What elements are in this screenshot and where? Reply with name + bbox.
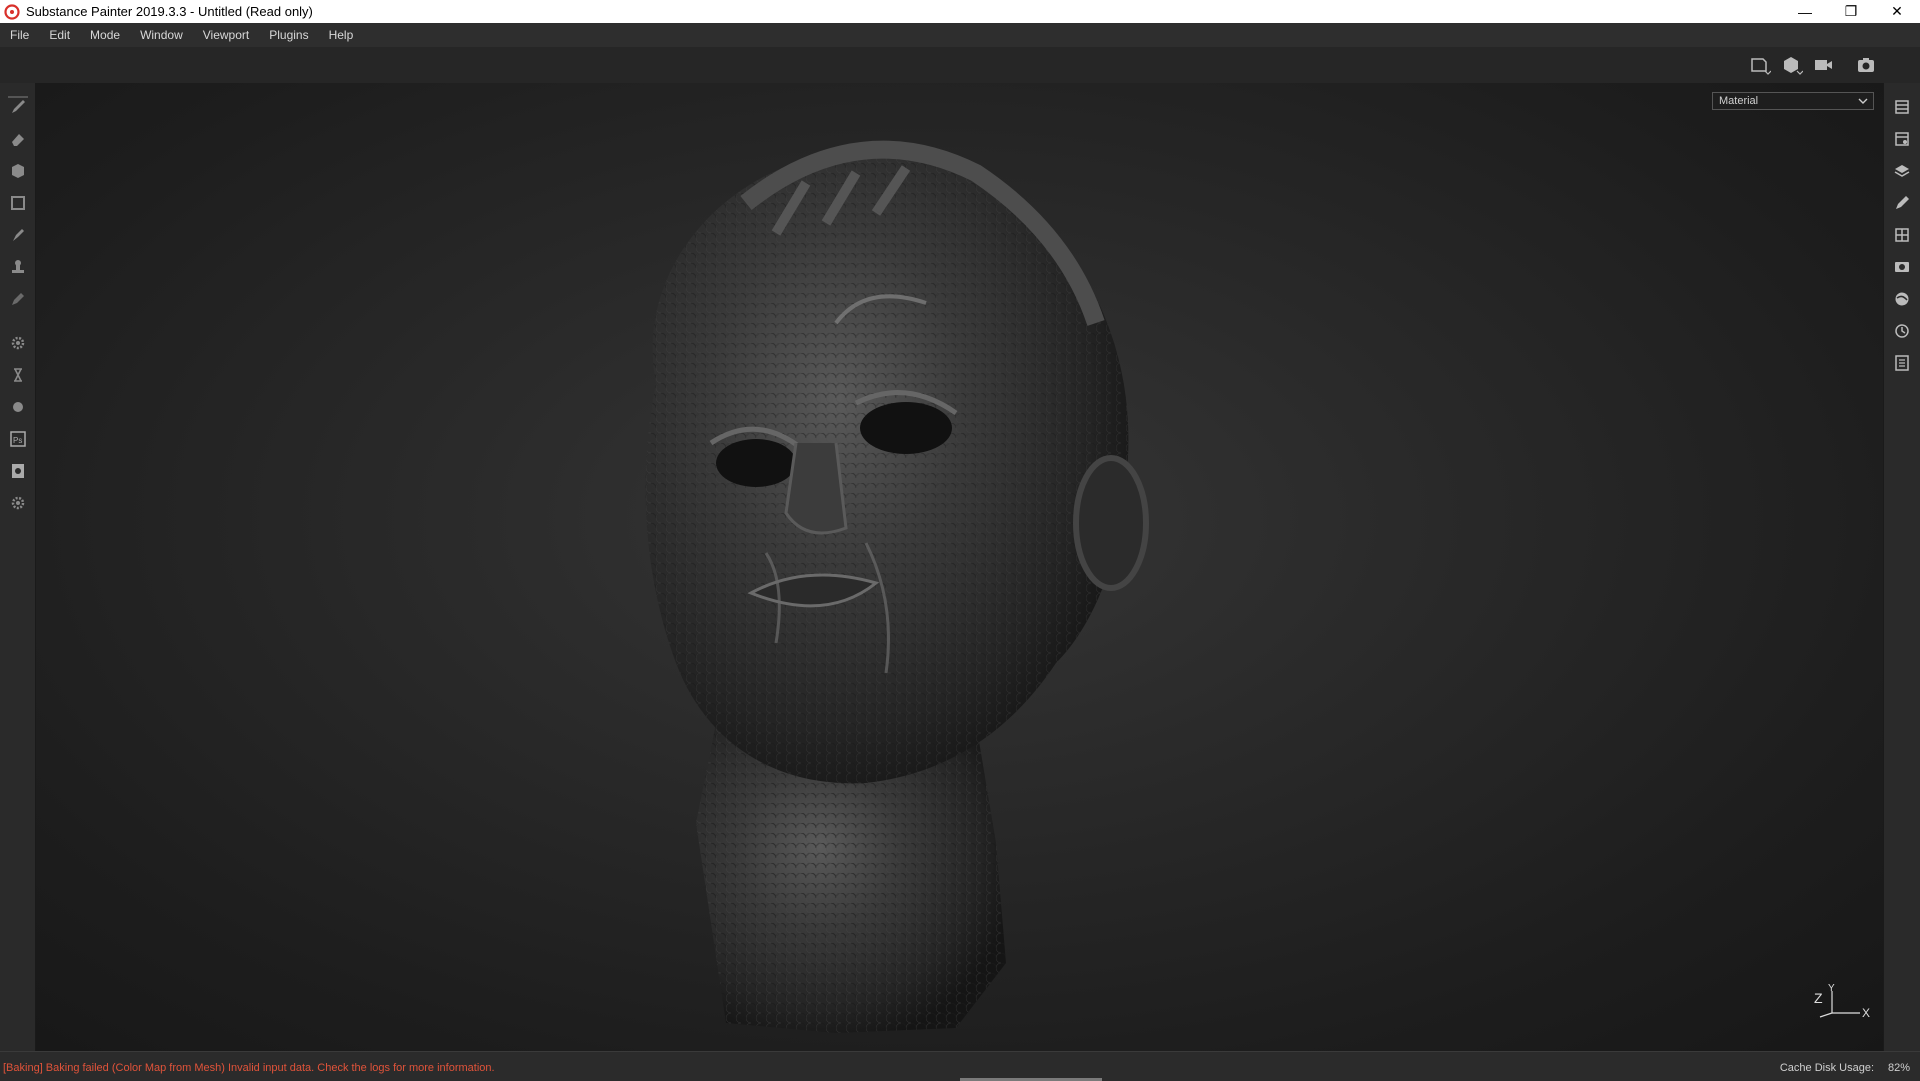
menu-help[interactable]: Help	[319, 23, 364, 47]
bake-icon[interactable]	[6, 363, 30, 387]
panels-toolbar	[1883, 83, 1920, 1051]
menu-edit[interactable]: Edit	[39, 23, 80, 47]
menu-window[interactable]: Window	[130, 23, 193, 47]
top-toolbar	[0, 47, 1920, 84]
polygon-fill-icon[interactable]	[6, 191, 30, 215]
tools-toolbar: Ps	[0, 83, 36, 1051]
3d-viewport[interactable]: Material Z Y X	[36, 83, 1884, 1051]
history-icon[interactable]	[1890, 319, 1914, 343]
texture-set-list-icon[interactable]	[1890, 95, 1914, 119]
head-mesh-model	[645, 140, 1149, 1033]
layers-icon[interactable]	[1890, 159, 1914, 183]
properties-icon[interactable]	[1890, 191, 1914, 215]
close-icon[interactable]: ✕	[1874, 0, 1920, 23]
minimize-icon[interactable]: —	[1782, 0, 1828, 23]
cache-disk-usage-label: Cache Disk Usage:	[1779, 1062, 1874, 1074]
view-2d-3d-icon[interactable]	[1748, 54, 1772, 76]
cache-disk-usage-value: 82%	[1887, 1062, 1910, 1074]
channel-select[interactable]: Material	[1712, 92, 1874, 110]
menu-file[interactable]: File	[0, 23, 39, 47]
paint-brush-icon[interactable]	[6, 95, 30, 119]
axis-gizmo: Z Y X	[1812, 981, 1872, 1021]
texture-set-settings-icon[interactable]	[1890, 127, 1914, 151]
shader-settings-icon[interactable]	[1890, 287, 1914, 311]
restore-icon[interactable]: ❐	[1828, 0, 1874, 23]
substance-painter-logo-icon	[4, 3, 20, 20]
axis-z-label: Z	[1814, 990, 1823, 1006]
menu-plugins[interactable]: Plugins	[259, 23, 318, 47]
eraser-icon[interactable]	[6, 127, 30, 151]
channel-select-value: Material	[1719, 95, 1759, 107]
display-settings-icon[interactable]	[1890, 255, 1914, 279]
menu-bar: File Edit Mode Window Viewport Plugins H…	[0, 23, 1920, 47]
menu-mode[interactable]: Mode	[80, 23, 130, 47]
axis-y-label: Y	[1828, 983, 1835, 994]
projection-icon[interactable]	[6, 159, 30, 183]
photoshop-export-icon[interactable]: Ps	[6, 427, 30, 451]
axis-x-label: X	[1862, 1006, 1870, 1020]
clone-stamp-icon[interactable]	[6, 255, 30, 279]
log-icon[interactable]	[1890, 351, 1914, 375]
shelf-icon[interactable]	[1890, 223, 1914, 247]
window-title: Substance Painter 2019.3.3 - Untitled (R…	[26, 4, 313, 19]
window-titlebar: Substance Painter 2019.3.3 - Untitled (R…	[0, 0, 1920, 23]
settings-gear-icon[interactable]	[6, 331, 30, 355]
status-bar: [Baking] Baking failed (Color Map from M…	[0, 1051, 1920, 1081]
status-error-message[interactable]: [Baking] Baking failed (Color Map from M…	[3, 1062, 495, 1074]
sphere-icon[interactable]	[6, 395, 30, 419]
svg-text:Ps: Ps	[13, 436, 22, 445]
screenshot-icon[interactable]	[1854, 54, 1878, 76]
render-icon[interactable]	[6, 459, 30, 483]
menu-viewport[interactable]: Viewport	[193, 23, 259, 47]
display-mode-icon[interactable]	[1780, 54, 1804, 76]
camera-icon[interactable]	[1812, 54, 1836, 76]
smudge-icon[interactable]	[6, 223, 30, 247]
plugin-gear-icon[interactable]	[6, 491, 30, 515]
color-picker-icon[interactable]	[6, 287, 30, 311]
chevron-down-icon	[1857, 94, 1869, 108]
